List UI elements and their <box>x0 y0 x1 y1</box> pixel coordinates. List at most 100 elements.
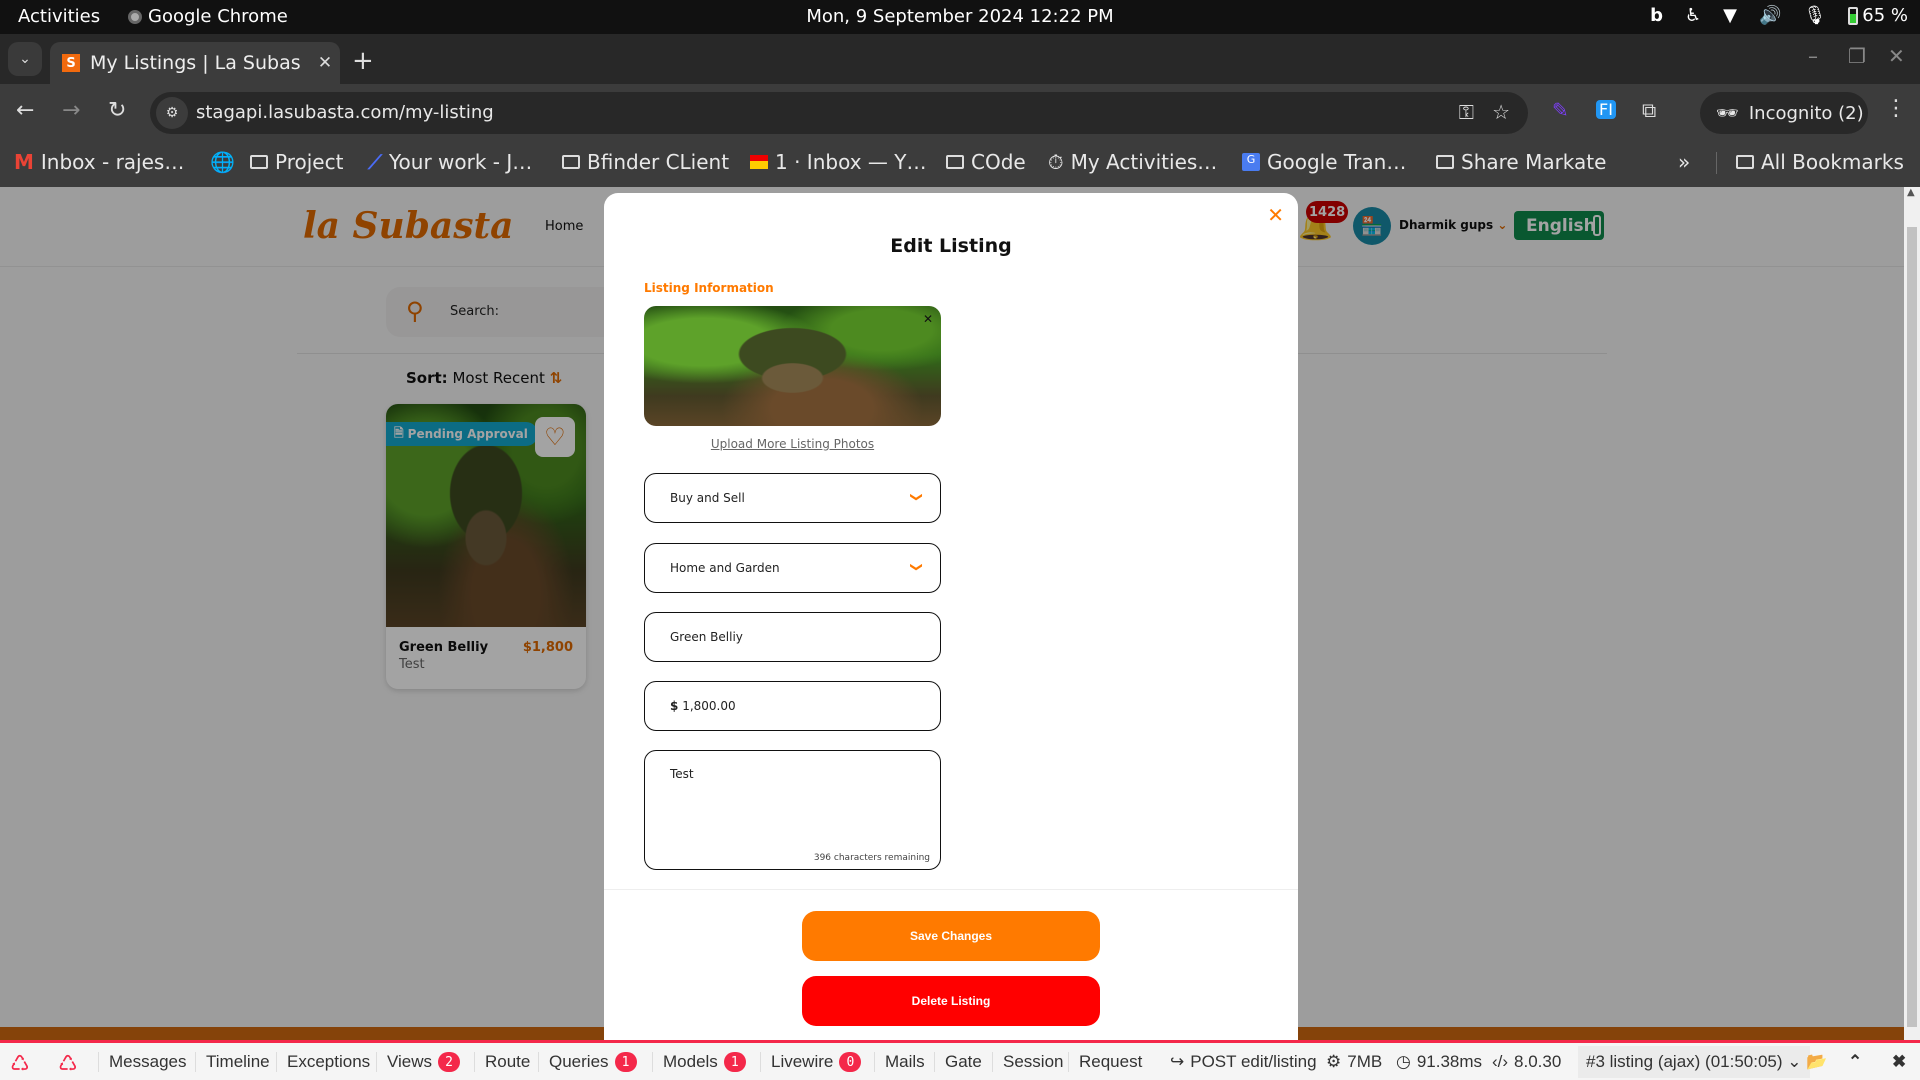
extensions-puzzle-icon[interactable]: ⧉ <box>1642 98 1656 122</box>
debug-tab-exceptions[interactable]: Exceptions <box>276 1052 370 1072</box>
bookmarks-bar: M Inbox - rajes… 🌐 Project ⟋ Your work - J… <box>0 140 1920 187</box>
category-select[interactable]: Home and Garden ❯ <box>644 543 941 593</box>
bookmark-label: All Bookmarks <box>1761 150 1904 174</box>
bookmark-label: COde <box>971 150 1026 174</box>
request-duration: ◷ 91.38ms <box>1396 1052 1482 1072</box>
bookmark-star-icon[interactable]: ☆ <box>1492 100 1510 124</box>
address-bar[interactable]: ⚙ stagapi.lasubasta.com/my-listing ⚿ ☆ <box>150 92 1528 134</box>
request-history-select[interactable]: #3 listing (ajax) (01:50:05) ⌄ <box>1578 1046 1810 1078</box>
tab-strip: ⌄ S My Listings | La Subasta ✕ + – ❐ ✕ <box>0 34 1920 84</box>
debug-tab-request[interactable]: Request <box>1068 1052 1142 1072</box>
extension-fi-icon[interactable]: FI <box>1596 100 1616 119</box>
bookmark-folder[interactable]: COde <box>946 150 1026 174</box>
bookmark-item[interactable]: ⟋ Your work - J… <box>368 150 532 174</box>
debug-tab-timeline[interactable]: Timeline <box>195 1052 270 1072</box>
folder-icon <box>562 155 580 169</box>
laravel-logo-icon[interactable]: ♺ <box>10 1051 30 1077</box>
globe-icon: 🌐 <box>210 150 235 174</box>
description-textarea[interactable]: Test 396 characters remaining <box>644 750 941 870</box>
close-window-button[interactable]: ✕ <box>1888 44 1905 68</box>
bookmark-item[interactable]: 1 · Inbox — Y… <box>750 150 926 174</box>
debug-tab-gate[interactable]: Gate <box>934 1052 982 1072</box>
title-input[interactable]: Green Belliy <box>644 612 941 662</box>
page-content: la Subasta Home 🔔 1428 🏪 Dharmik gups ⌄ … <box>0 187 1904 1040</box>
price-input[interactable]: $ 1,800.00 <box>644 681 941 731</box>
system-tray[interactable]: b ♿ ▼ 🔊 🎙 65 % <box>1650 5 1908 26</box>
page-scrollbar[interactable]: ▲ <box>1904 187 1920 1040</box>
listing-type-select[interactable]: Buy and Sell ❯ <box>644 473 941 523</box>
save-changes-button[interactable]: Save Changes <box>802 911 1100 961</box>
clock[interactable]: Mon, 9 September 2024 12:22 PM <box>0 6 1920 27</box>
open-folder-icon[interactable]: 📂 <box>1806 1052 1827 1072</box>
bookmark-folder[interactable]: Bfinder CLient <box>562 150 729 174</box>
bookmark-folder[interactable]: Share Markate <box>1436 150 1606 174</box>
close-tab-icon[interactable]: ✕ <box>310 53 340 73</box>
url-text[interactable]: stagapi.lasubasta.com/my-listing <box>196 102 494 123</box>
os-top-bar: Activities Google Chrome Mon, 9 Septembe… <box>0 0 1920 34</box>
password-key-icon[interactable]: ⚿ <box>1459 100 1474 124</box>
all-bookmarks-button[interactable]: All Bookmarks <box>1736 150 1904 174</box>
close-modal-icon[interactable]: ✕ <box>1267 203 1284 227</box>
currency-symbol: $ <box>670 699 679 713</box>
debug-tab-models[interactable]: Models 1 <box>652 1052 746 1072</box>
site-info-icon[interactable]: ⚙ <box>156 97 188 129</box>
accessibility-icon[interactable]: ♿ <box>1685 5 1701 26</box>
incognito-label: Incognito (2) <box>1748 102 1864 124</box>
tab-my-listings[interactable]: S My Listings | La Subasta ✕ <box>50 42 340 84</box>
translate-icon: G <box>1242 153 1260 171</box>
back-button[interactable]: ← <box>16 98 34 123</box>
bookmark-label: Share Markate <box>1461 150 1607 174</box>
scroll-up-icon[interactable]: ▲ <box>1907 187 1915 198</box>
bing-icon[interactable]: b <box>1650 5 1663 26</box>
app-menu[interactable]: Google Chrome <box>128 6 288 27</box>
laravel-logo-icon[interactable]: ♺ <box>58 1051 78 1077</box>
tab-search-button[interactable]: ⌄ <box>8 42 42 76</box>
chevron-down-icon: ⌄ <box>19 51 31 67</box>
request-route: ↪ POST edit/listing <box>1170 1052 1317 1072</box>
bookmark-item[interactable]: ⏱ My Activities… <box>1048 150 1217 174</box>
folder-icon <box>946 155 964 169</box>
bookmark-item[interactable]: 🌐 <box>210 150 235 174</box>
debug-tab-route[interactable]: Route <box>474 1052 530 1072</box>
bookmark-label: Google Tran… <box>1267 150 1407 174</box>
remove-photo-icon[interactable]: ✕ <box>923 312 933 326</box>
listing-photo: ✕ <box>644 306 941 426</box>
debug-tab-queries[interactable]: Queries 1 <box>538 1052 637 1072</box>
delete-listing-button[interactable]: Delete Listing <box>802 976 1100 1026</box>
bookmark-item[interactable]: G Google Tran… <box>1242 150 1406 174</box>
site-favicon: S <box>62 54 80 72</box>
activities-button[interactable]: Activities <box>18 6 100 27</box>
memory-usage: ⚙ 7MB <box>1326 1052 1382 1072</box>
scrollbar-thumb[interactable] <box>1907 227 1917 1027</box>
restore-button[interactable]: ❐ <box>1848 44 1866 68</box>
debug-tab-mails[interactable]: Mails <box>874 1052 925 1072</box>
new-tab-button[interactable]: + <box>352 46 374 76</box>
debug-tab-views[interactable]: Views 2 <box>376 1052 461 1072</box>
section-heading: Listing Information <box>644 281 774 295</box>
debug-tab-label: Gate <box>945 1052 982 1071</box>
reload-button[interactable]: ↻ <box>108 98 126 123</box>
minimize-button[interactable]: – <box>1808 44 1818 68</box>
bookmark-label: Your work - J… <box>389 150 533 174</box>
debug-tab-label: Messages <box>109 1052 187 1071</box>
color-picker-extension-icon[interactable]: ✎ <box>1552 98 1569 122</box>
incognito-button[interactable]: 🕶 Incognito (2) <box>1700 92 1868 134</box>
debug-tab-messages[interactable]: Messages <box>98 1052 186 1072</box>
gmail-icon: M <box>14 150 34 174</box>
upload-photos-link[interactable]: Upload More Listing Photos <box>644 437 941 451</box>
debug-tab-label: Livewire <box>771 1052 834 1071</box>
bookmark-label: My Activities… <box>1070 150 1218 174</box>
bookmark-folder[interactable]: Project <box>250 150 343 174</box>
app-name: Google Chrome <box>148 6 288 27</box>
bookmarks-overflow-button[interactable]: » <box>1678 150 1690 174</box>
forward-button[interactable]: → <box>62 98 80 123</box>
bookmark-item[interactable]: M Inbox - rajes… <box>14 150 184 174</box>
debug-tab-session[interactable]: Session <box>992 1052 1063 1072</box>
minimize-debugbar-icon[interactable]: ⌃ <box>1848 1052 1862 1072</box>
php-version: ‹/› 8.0.30 <box>1492 1052 1561 1072</box>
debug-tab-label: Exceptions <box>287 1052 371 1071</box>
debug-tab-livewire[interactable]: Livewire 0 <box>760 1052 862 1072</box>
chrome-menu-icon[interactable]: ⋮ <box>1885 96 1907 121</box>
request-label: POST edit/listing <box>1190 1052 1317 1071</box>
close-debugbar-icon[interactable]: ✖ <box>1892 1052 1906 1072</box>
